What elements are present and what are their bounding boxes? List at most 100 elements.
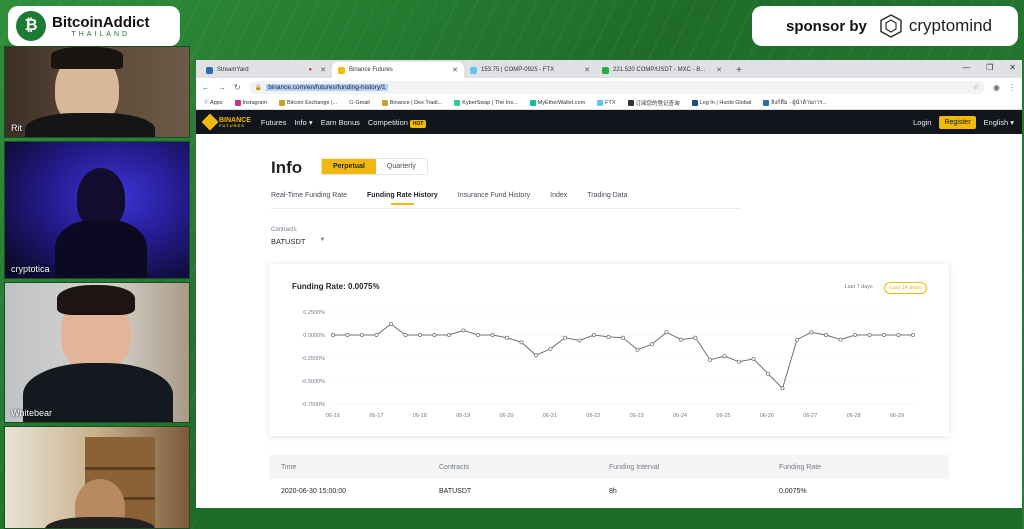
- col-funding-rate: Funding Rate: [779, 463, 822, 471]
- data-point[interactable]: [766, 371, 770, 376]
- close-tab-icon[interactable]: ✕: [452, 66, 458, 74]
- data-point[interactable]: [606, 334, 611, 339]
- data-point[interactable]: [708, 357, 712, 362]
- data-point[interactable]: [534, 353, 538, 358]
- close-tab-icon[interactable]: ✕: [584, 66, 590, 74]
- bookmark-apps[interactable]: ⠿ Apps: [204, 100, 223, 106]
- reload-icon[interactable]: ↻: [234, 83, 241, 92]
- y-tick-label: 0.2500%: [303, 310, 325, 316]
- address-bar[interactable]: 🔒 binance.com/en/futures/funding-history…: [248, 80, 986, 94]
- tab-binance-futures[interactable]: Binance Futures ✕: [332, 62, 464, 78]
- x-tick-label: 06-19: [456, 413, 470, 419]
- nav-futures[interactable]: Futures: [261, 118, 286, 127]
- data-point[interactable]: [476, 333, 480, 337]
- bookmark-binance-dex[interactable]: Binance | Dex Tradi...: [381, 99, 442, 106]
- contracts-select[interactable]: BATUSDT ▼: [271, 237, 325, 246]
- bookmarks-bar: ⠿ Apps Instagram Bitcoin Exchange |... GG…: [196, 96, 1022, 110]
- data-point[interactable]: [780, 386, 785, 391]
- tab-insurance-fund-history[interactable]: Insurance Fund History: [458, 192, 530, 199]
- data-point[interactable]: [896, 333, 901, 337]
- tab-ftx[interactable]: 153.75 | COMP-0925 - FTX ✕: [464, 62, 596, 78]
- forward-icon[interactable]: →: [218, 83, 226, 92]
- bookmark-label: Bitcoin Exchange |...: [287, 99, 338, 106]
- quarterly-button[interactable]: Quarterly: [376, 159, 427, 174]
- data-point[interactable]: [853, 333, 857, 337]
- data-point[interactable]: [635, 347, 640, 352]
- data-point[interactable]: [838, 337, 843, 342]
- close-window-icon[interactable]: ✕: [1009, 63, 1016, 72]
- funding-rate-chart: Funding Rate: 0.0075% Last 7 days Last 1…: [269, 264, 949, 436]
- tab-streamyard[interactable]: StreamYard ● ✕: [200, 62, 332, 78]
- bookmark-bitcoin-exchange[interactable]: Bitcoin Exchange |...: [279, 99, 338, 106]
- data-point[interactable]: [563, 335, 567, 340]
- data-point[interactable]: [374, 333, 379, 337]
- tab-index[interactable]: Index: [550, 192, 567, 199]
- data-point[interactable]: [548, 346, 553, 351]
- minimize-icon[interactable]: —: [962, 63, 970, 72]
- data-point[interactable]: [882, 333, 886, 337]
- data-point[interactable]: [824, 333, 828, 337]
- bookmark-chinese[interactable]: 订阅您的登记查询: [627, 99, 680, 107]
- data-point[interactable]: [650, 342, 654, 347]
- data-point[interactable]: [360, 333, 364, 337]
- data-point[interactable]: [737, 359, 741, 364]
- register-button[interactable]: Register: [939, 115, 976, 129]
- url-text[interactable]: binance.com/en/futures/funding-history/1: [266, 83, 388, 91]
- data-point[interactable]: [403, 333, 408, 337]
- data-point[interactable]: [809, 330, 814, 335]
- nav-info[interactable]: Info ▾: [294, 118, 312, 127]
- data-point[interactable]: [331, 333, 335, 337]
- data-point[interactable]: [577, 338, 582, 343]
- bookmark-label: 订阅您的登记查询: [635, 100, 680, 107]
- bookmark-star-icon[interactable]: ☆: [973, 83, 979, 91]
- perpetual-button[interactable]: Perpetual: [322, 159, 376, 174]
- bookmark-instagram[interactable]: Instagram: [234, 99, 267, 106]
- bookmark-huobi[interactable]: Log In | Huobi Global: [691, 99, 751, 106]
- back-icon[interactable]: ←: [202, 83, 210, 92]
- bookmark-gmail[interactable]: G Gmail: [349, 100, 370, 106]
- data-point[interactable]: [664, 330, 669, 335]
- menu-icon[interactable]: ⋮: [1008, 83, 1016, 92]
- data-point[interactable]: [722, 354, 727, 359]
- nav-competition[interactable]: Competition HOT: [368, 118, 427, 128]
- language-selector[interactable]: English ▾: [984, 118, 1014, 127]
- col-funding-interval: Funding Interval: [609, 463, 660, 471]
- bookmark-myetherwallet[interactable]: MyEtherWallet.com: [529, 99, 585, 106]
- nav-earn-bonus[interactable]: Earn Bonus: [321, 118, 360, 127]
- bookmark-thai[interactable]: ลิงก์ลืม - ผู้นำด้านการ...: [763, 99, 827, 107]
- close-tab-icon[interactable]: ✕: [716, 66, 722, 74]
- instagram-icon: [234, 99, 241, 106]
- x-tick-label: 06-29: [890, 413, 904, 419]
- data-point[interactable]: [621, 335, 625, 340]
- restore-icon[interactable]: ❐: [986, 63, 993, 72]
- data-point[interactable]: [911, 333, 915, 337]
- close-tab-icon[interactable]: ✕: [320, 66, 326, 74]
- login-link[interactable]: Login: [913, 118, 931, 127]
- new-tab-button[interactable]: +: [736, 62, 742, 78]
- data-point[interactable]: [432, 333, 437, 337]
- data-point[interactable]: [795, 337, 799, 342]
- data-point[interactable]: [592, 333, 596, 337]
- binance-logo[interactable]: BINANCE FUTURES: [201, 113, 251, 131]
- data-point[interactable]: [867, 333, 872, 337]
- data-point[interactable]: [418, 333, 422, 337]
- tab-mxc[interactable]: 221.520 COMP/USDT - MXC - B... ✕: [596, 62, 728, 78]
- data-point[interactable]: [679, 337, 683, 342]
- tab-real-time-funding-rate[interactable]: Real-Time Funding Rate: [271, 192, 347, 199]
- data-point[interactable]: [490, 333, 495, 337]
- data-point[interactable]: [505, 335, 509, 340]
- tab-label: 153.75 | COMP-0925 - FTX: [481, 67, 555, 73]
- bookmark-kyberswap[interactable]: KyberSwap | The Ins...: [454, 99, 518, 106]
- bookmark-ftx[interactable]: FTX: [597, 99, 616, 106]
- tab-funding-rate-history[interactable]: Funding Rate History: [367, 192, 438, 205]
- data-point[interactable]: [461, 328, 466, 333]
- data-point[interactable]: [693, 335, 698, 340]
- data-point[interactable]: [447, 333, 451, 337]
- data-point[interactable]: [345, 333, 350, 337]
- tab-trading-data[interactable]: Trading Data: [587, 192, 627, 199]
- data-point[interactable]: [519, 340, 524, 345]
- data-point[interactable]: [389, 322, 393, 326]
- data-point[interactable]: [751, 356, 756, 361]
- profile-icon[interactable]: ◉: [993, 83, 1000, 92]
- contracts-label: Contracts: [271, 227, 297, 233]
